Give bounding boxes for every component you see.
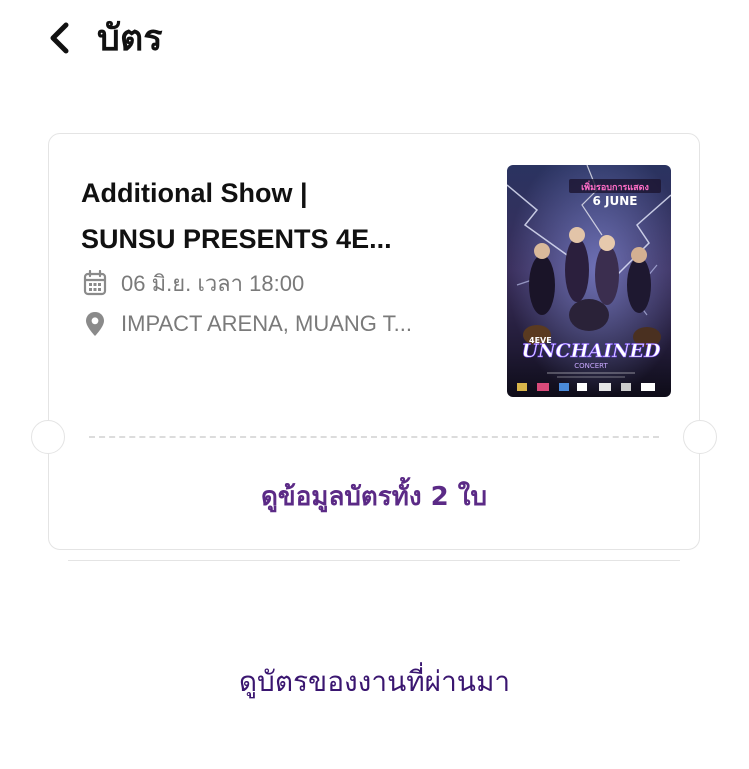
event-title-line1: Additional Show | [81,178,308,208]
event-title[interactable]: Additional Show | SUNSU PRESENTS 4E... [81,170,471,262]
past-events-link[interactable]: ดูบัตรของงานที่ผ่านมา [0,660,749,704]
map-pin-icon [81,310,109,338]
ticket-notch-left [31,420,65,454]
event-venue-row: IMPACT ARENA, MUANG T... [81,309,481,339]
event-poster: เพิ่มรอบการแสดง 6 JUNE 4EVE UNCHAINED CO… [507,165,671,397]
event-venue: IMPACT ARENA, MUANG T... [121,311,412,336]
back-button[interactable] [40,18,80,58]
chevron-left-icon [50,22,69,54]
section-divider [68,560,680,561]
event-datetime: 06 มิ.ย. เวลา 18:00 [121,270,305,296]
view-tickets-button[interactable]: ดูข้อมูลบัตรทั้ง 2 ใบ [49,476,699,517]
event-date-row: 06 มิ.ย. เวลา 18:00 [81,268,481,298]
calendar-icon [81,269,109,297]
tickets-page: บัตร Additional Show | SUNSU PRESENTS 4E… [0,0,749,769]
poster-logo: UNCHAINED [522,340,661,362]
ticket-perforation [89,436,659,438]
poster-logo-sub: CONCERT [574,362,608,370]
page-title: บัตร [97,18,163,59]
ticket-card[interactable]: Additional Show | SUNSU PRESENTS 4E... 0… [30,133,718,550]
event-title-line2: SUNSU PRESENTS 4E... [81,224,392,254]
ticket-notch-right [683,420,717,454]
poster-date: 6 JUNE [593,194,638,208]
header: บัตร [0,0,749,80]
